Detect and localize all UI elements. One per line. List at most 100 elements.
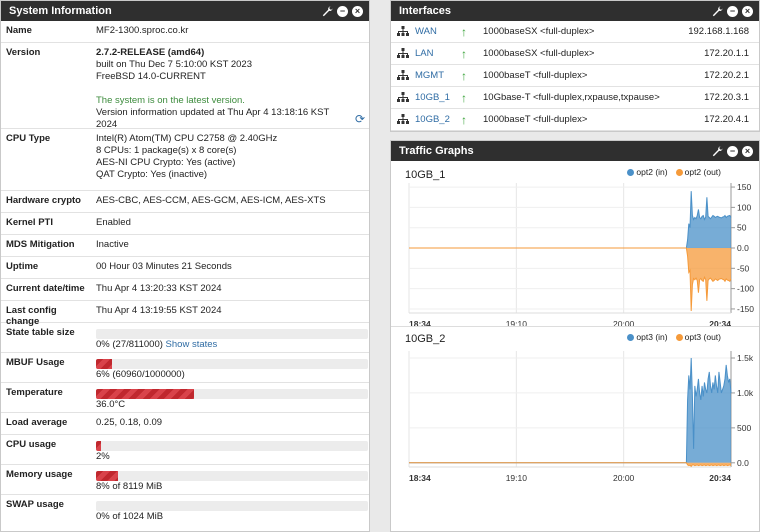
wrench-icon[interactable] [322,6,333,17]
legend-label-in: opt2 (in) [636,167,668,177]
series-line-in [409,191,732,249]
x-tick-label: 20:00 [613,473,635,482]
graph-legend: opt2 (in) opt2 (out) [627,167,721,177]
minimize-icon[interactable]: − [727,145,738,157]
interface-name-link[interactable]: 10GB_1 [415,92,461,103]
close-icon[interactable]: × [742,145,753,157]
interface-row-10gb-1: 10GB_1 ↑ 10Gbase-T <full-duplex,rxpause,tx… [391,87,759,109]
x-tick-label: 19:10 [506,473,528,482]
row-value: Thu Apr 4 13:19:55 KST 2024 [96,305,222,316]
traffic-graphs-heading: Traffic Graphs − × [391,141,759,161]
refresh-icon[interactable]: ⟳ [355,113,365,125]
version-blank-line [96,83,365,95]
traffic-chart-10gb-1: 18:34 19:10 20:00 20:34 150 100 50 0.0 -50 -100 -1… [408,182,754,329]
cpu-usage-text: 2% [96,451,110,462]
minimize-icon[interactable]: − [727,5,738,17]
y-tick-label: -100 [737,284,754,294]
interface-name-link[interactable]: LAN [415,48,461,59]
row-label: Last config change [6,305,57,327]
graph-legend: opt3 (in) opt3 (out) [627,332,721,342]
info-row-cpu-type: CPU Type Intel(R) Atom(TM) CPU C2758 @ 2… [1,129,369,191]
version-built: built on Thu Dec 7 5:10:00 KST 2023 [96,59,252,70]
memory-bar [96,471,368,481]
series-line-in [409,357,732,464]
legend-label-in: opt3 (in) [636,332,668,342]
x-tick-label: 18:34 [409,473,431,482]
traffic-graphs-panel: Traffic Graphs − × 10GB_1 opt2 (in) opt2… [390,140,760,532]
y-tick-label: 1.0k [737,388,754,398]
temperature-values: 36.0°C [91,383,369,412]
info-row-last-config: Last config change Thu Apr 4 13:19:55 KS… [1,301,369,327]
traffic-graph-10gb-1: 10GB_1 opt2 (in) opt2 (out) 18:34 19:10 20… [391,161,759,329]
interface-media: 1000baseT <full-duplex> [483,114,588,125]
wrench-icon[interactable] [712,6,723,17]
interface-media: 1000baseT <full-duplex> [483,70,588,81]
info-row-version: Version 2.7.2-RELEASE (amd64) built on T… [1,43,369,130]
info-row-temperature: Temperature 36.0°C [1,383,369,413]
x-tick-label: 19:10 [506,319,528,326]
row-label: MBUF Usage [6,357,65,368]
legend-item-in[interactable]: opt3 (in) [627,332,668,342]
version-values: 2.7.2-RELEASE (amd64) built on Thu Dec 7… [91,43,369,130]
panel-title: System Information [9,5,112,17]
legend-item-out[interactable]: opt3 (out) [675,332,721,342]
temperature-bar-fill [96,389,194,399]
legend-dot-out [675,334,683,341]
row-value: Enabled [96,217,131,228]
interface-ip: 172.20.3.1 [704,92,749,103]
wrench-icon[interactable] [712,146,723,157]
info-row-swap: SWAP usage 0% of 1024 MiB [1,495,369,525]
cpu-usage-values: 2% [91,435,369,464]
traffic-chart-10gb-2: 18:34 19:10 20:00 20:34 1.5k 1.0k 500 0.0 [408,351,754,483]
info-row-kernel-pti: Kernel PTI Enabled [1,213,369,235]
qat-crypto: QAT Crypto: Yes (inactive) [96,169,208,180]
minimize-icon[interactable]: − [337,5,348,17]
legend-item-out[interactable]: opt2 (out) [675,167,721,177]
row-label: CPU usage [6,439,57,450]
state-table-bar [96,329,368,339]
row-label: Load average [6,417,68,428]
network-icon [391,26,415,37]
close-icon[interactable]: × [742,5,753,17]
interface-row-mgmt: MGMT ↑ 1000baseT <full-duplex> 172.20.2.1 [391,65,759,87]
y-tick-label: 1.5k [737,353,754,363]
mbuf-text: 6% (60960/1000000) [96,369,185,380]
aes-ni: AES-NI CPU Crypto: Yes (active) [96,157,236,168]
info-row-datetime: Current date/time Thu Apr 4 13:20:33 KST… [1,279,369,301]
network-icon [391,92,415,103]
mbuf-bar [96,359,368,369]
mbuf-bar-fill [96,359,113,369]
legend-label-out: opt3 (out) [684,332,721,342]
row-label: Temperature [6,387,63,398]
swap-text: 0% of 1024 MiB [96,511,164,522]
traffic-graph-10gb-2: 10GB_2 opt3 (in) opt3 (out) 18:34 19:10 20… [391,326,759,483]
y-tick-label: 0.0 [737,243,749,253]
row-label: MDS Mitigation [6,239,75,250]
mbuf-values: 6% (60960/1000000) [91,353,369,382]
graph-title: 10GB_1 [405,169,446,181]
interface-name-link[interactable]: WAN [415,26,461,37]
y-tick-label: 500 [737,423,751,433]
interface-name-link[interactable]: MGMT [415,70,461,81]
cpu-usage-bar-fill [96,441,102,451]
interface-media: 1000baseSX <full-duplex> [483,48,595,59]
version-release: 2.7.2-RELEASE (amd64) [96,47,205,58]
network-icon [391,114,415,125]
legend-dot-in [627,334,635,341]
cpu-count: 8 CPUs: 1 package(s) x 8 core(s) [96,145,237,156]
interface-ip: 172.20.4.1 [704,114,749,125]
row-value: AES-CBC, AES-CCM, AES-GCM, AES-ICM, AES-… [96,195,326,206]
swap-bar [96,501,368,511]
interface-name-link[interactable]: 10GB_2 [415,114,461,125]
info-row-cpu-usage: CPU usage 2% [1,435,369,465]
show-states-link[interactable]: Show states [166,339,218,350]
arrow-up-icon: ↑ [461,90,467,105]
update-status: The system is on the latest version. [96,95,245,106]
row-value: 00 Hour 03 Minutes 21 Seconds [96,261,232,272]
legend-item-in[interactable]: opt2 (in) [627,167,668,177]
info-row-hardware-crypto: Hardware crypto AES-CBC, AES-CCM, AES-GC… [1,191,369,213]
close-icon[interactable]: × [352,5,363,17]
series-area-out [409,462,731,467]
row-label: Version [6,47,41,58]
y-tick-label: 100 [737,202,751,212]
